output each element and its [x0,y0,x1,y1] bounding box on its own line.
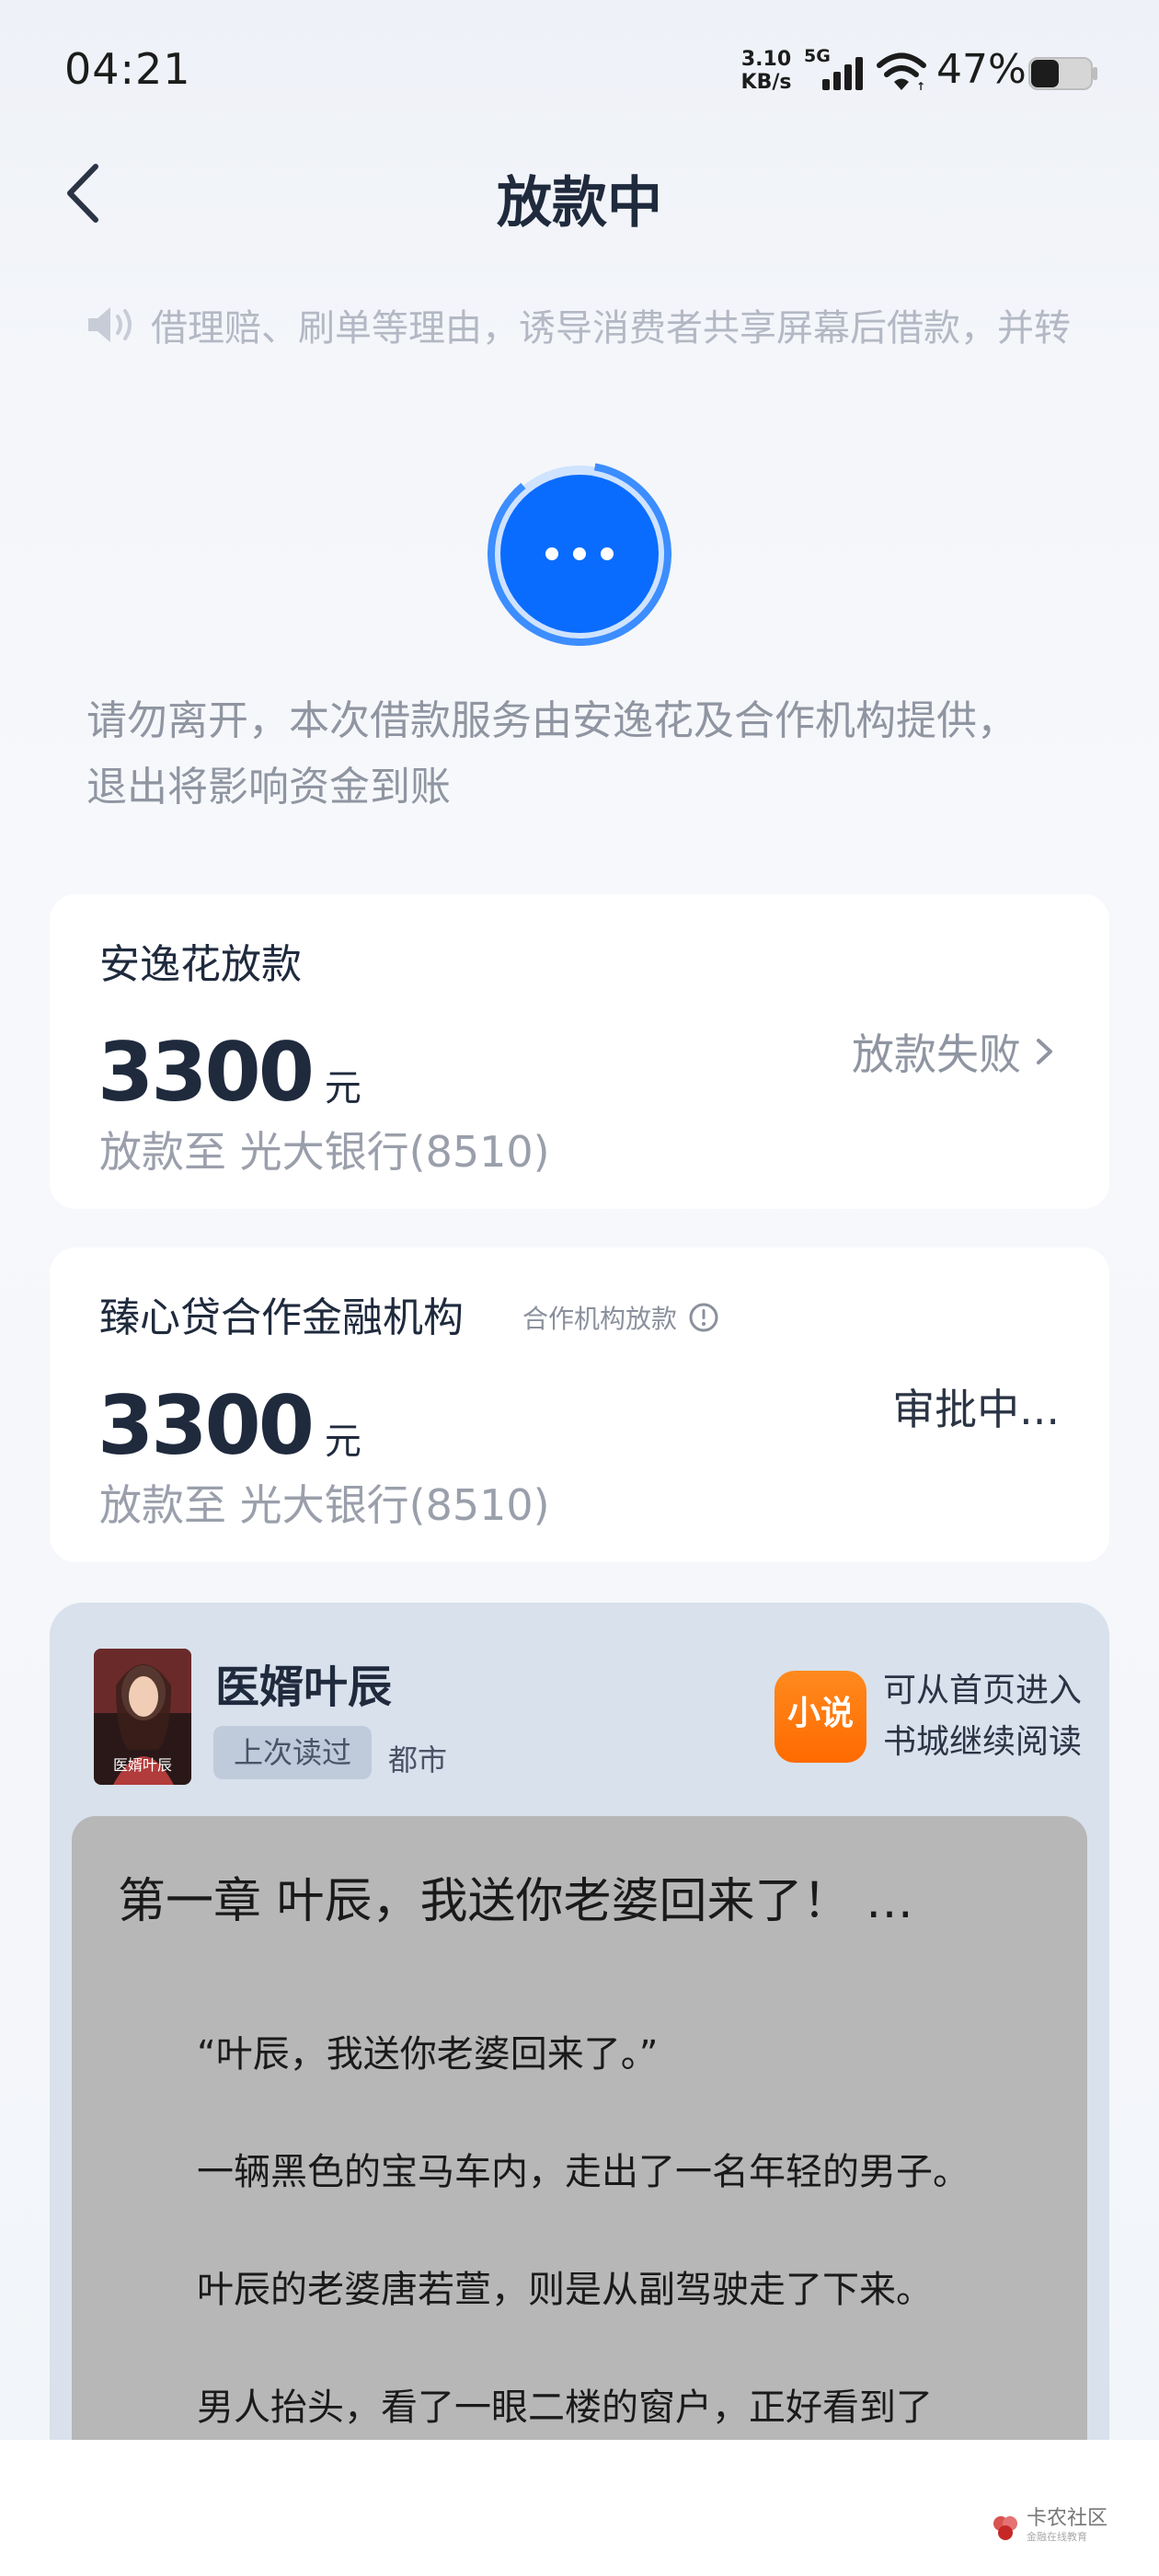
loan-card-anyihua: 安逸花放款 3300 元 放款至 光大银行(8510) 放款失败 [50,894,1109,1209]
loan-processing-screen: 04:21 3.10 KB/s 5G ↑↓ 47% 放款中 [0,0,1159,2576]
watermark-name: 卡农社区 [1026,2507,1107,2530]
book-title: 医婿叶辰 [215,1662,393,1713]
novel-app-icon[interactable]: 小说 [775,1671,866,1763]
amount-unit: 元 [324,1420,361,1463]
destination-account: 放款至 光大银行(8510) [99,1127,550,1177]
loan-amount: 3300 元 [98,1378,361,1473]
status-label: 放款失败 [852,1029,1021,1079]
book-genre: 都市 [388,1742,448,1777]
signal-icon [822,57,863,90]
watermark-sub: 金融在线教育 [1026,2531,1087,2543]
watermark-logo-icon [993,2516,1017,2540]
paragraph: “叶辰，我送你老婆回来了。” [197,2033,659,2076]
network-speed-unit: KB/s [740,71,792,94]
stay-message: 请勿离开，本次借款服务由安逸花及合作机构提供，退出将影响资金到账 [86,697,1017,811]
page-title: 放款中 [497,171,662,236]
wifi-icon: ↑↓ [877,52,927,92]
card-title: 臻心贷合作金融机构 [99,1294,464,1341]
paragraph: 男人抬头，看了一眼二楼的窗户，正好看到了 [197,2386,933,2429]
amount-unit: 元 [324,1067,361,1110]
last-read-badge: 上次读过 [213,1726,373,1779]
network-speed: 3.10 KB/s [738,48,795,94]
chevron-right-icon [1037,1039,1052,1064]
bottom-bar [0,2440,1159,2576]
loan-card-partner: 臻心贷合作金融机构 合作机构放款 3300 元 放款至 光大银行(8510) 审… [50,1248,1109,1562]
speaker-icon [88,307,132,342]
battery-percentage: 47% [936,46,1027,93]
amount-value: 3300 [98,1025,315,1120]
loading-dots-icon [488,462,671,646]
status-failed-link[interactable]: 放款失败 [852,1021,1056,1082]
notice-text: 借理赔、刷单等理由，诱导消费者共享屏幕后借款，并转 [151,307,1071,350]
card-title: 安逸花放款 [99,941,302,988]
bookstore-tip: 可从首页进入书城继续阅读 [883,1672,1083,1761]
partner-tag[interactable]: 合作机构放款 [522,1299,719,1336]
novel-recommendation[interactable]: 医婿叶辰 医婿叶辰 上次读过 都市 小说 可从首页进入书城继续阅读 第一章 叶辰… [50,1603,1109,2576]
svg-text:↑↓: ↑↓ [916,80,927,92]
network-speed-value: 3.10 [740,48,792,71]
status-bar: 04:21 3.10 KB/s 5G ↑↓ 47% [0,0,1159,147]
fraud-notice-marquee: 借理赔、刷单等理由，诱导消费者共享屏幕后借款，并转 [83,293,1076,357]
partner-tag-label: 合作机构放款 [522,1304,678,1334]
status-time: 04:21 [64,44,191,94]
cover-text: 医婿叶辰 [113,1756,172,1774]
chapter-title: 第一章 叶辰，我送你老婆回来了！ … [118,1874,914,1929]
amount-value: 3300 [98,1378,315,1473]
paragraph: 一辆黑色的宝马车内，走出了一名年轻的男子。 [197,2151,970,2193]
paragraph: 叶辰的老婆唐若萱，则是从副驾驶走了下来。 [197,2269,933,2311]
info-icon [689,1303,718,1332]
destination-account: 放款至 光大银行(8510) [99,1480,550,1530]
watermark: 卡农社区 金融在线教育 [990,2507,1107,2547]
loan-amount: 3300 元 [98,1025,361,1120]
status-label: 审批中... [892,1385,1060,1434]
book-cover: 医婿叶辰 [94,1649,191,1785]
battery-icon [1028,57,1097,90]
